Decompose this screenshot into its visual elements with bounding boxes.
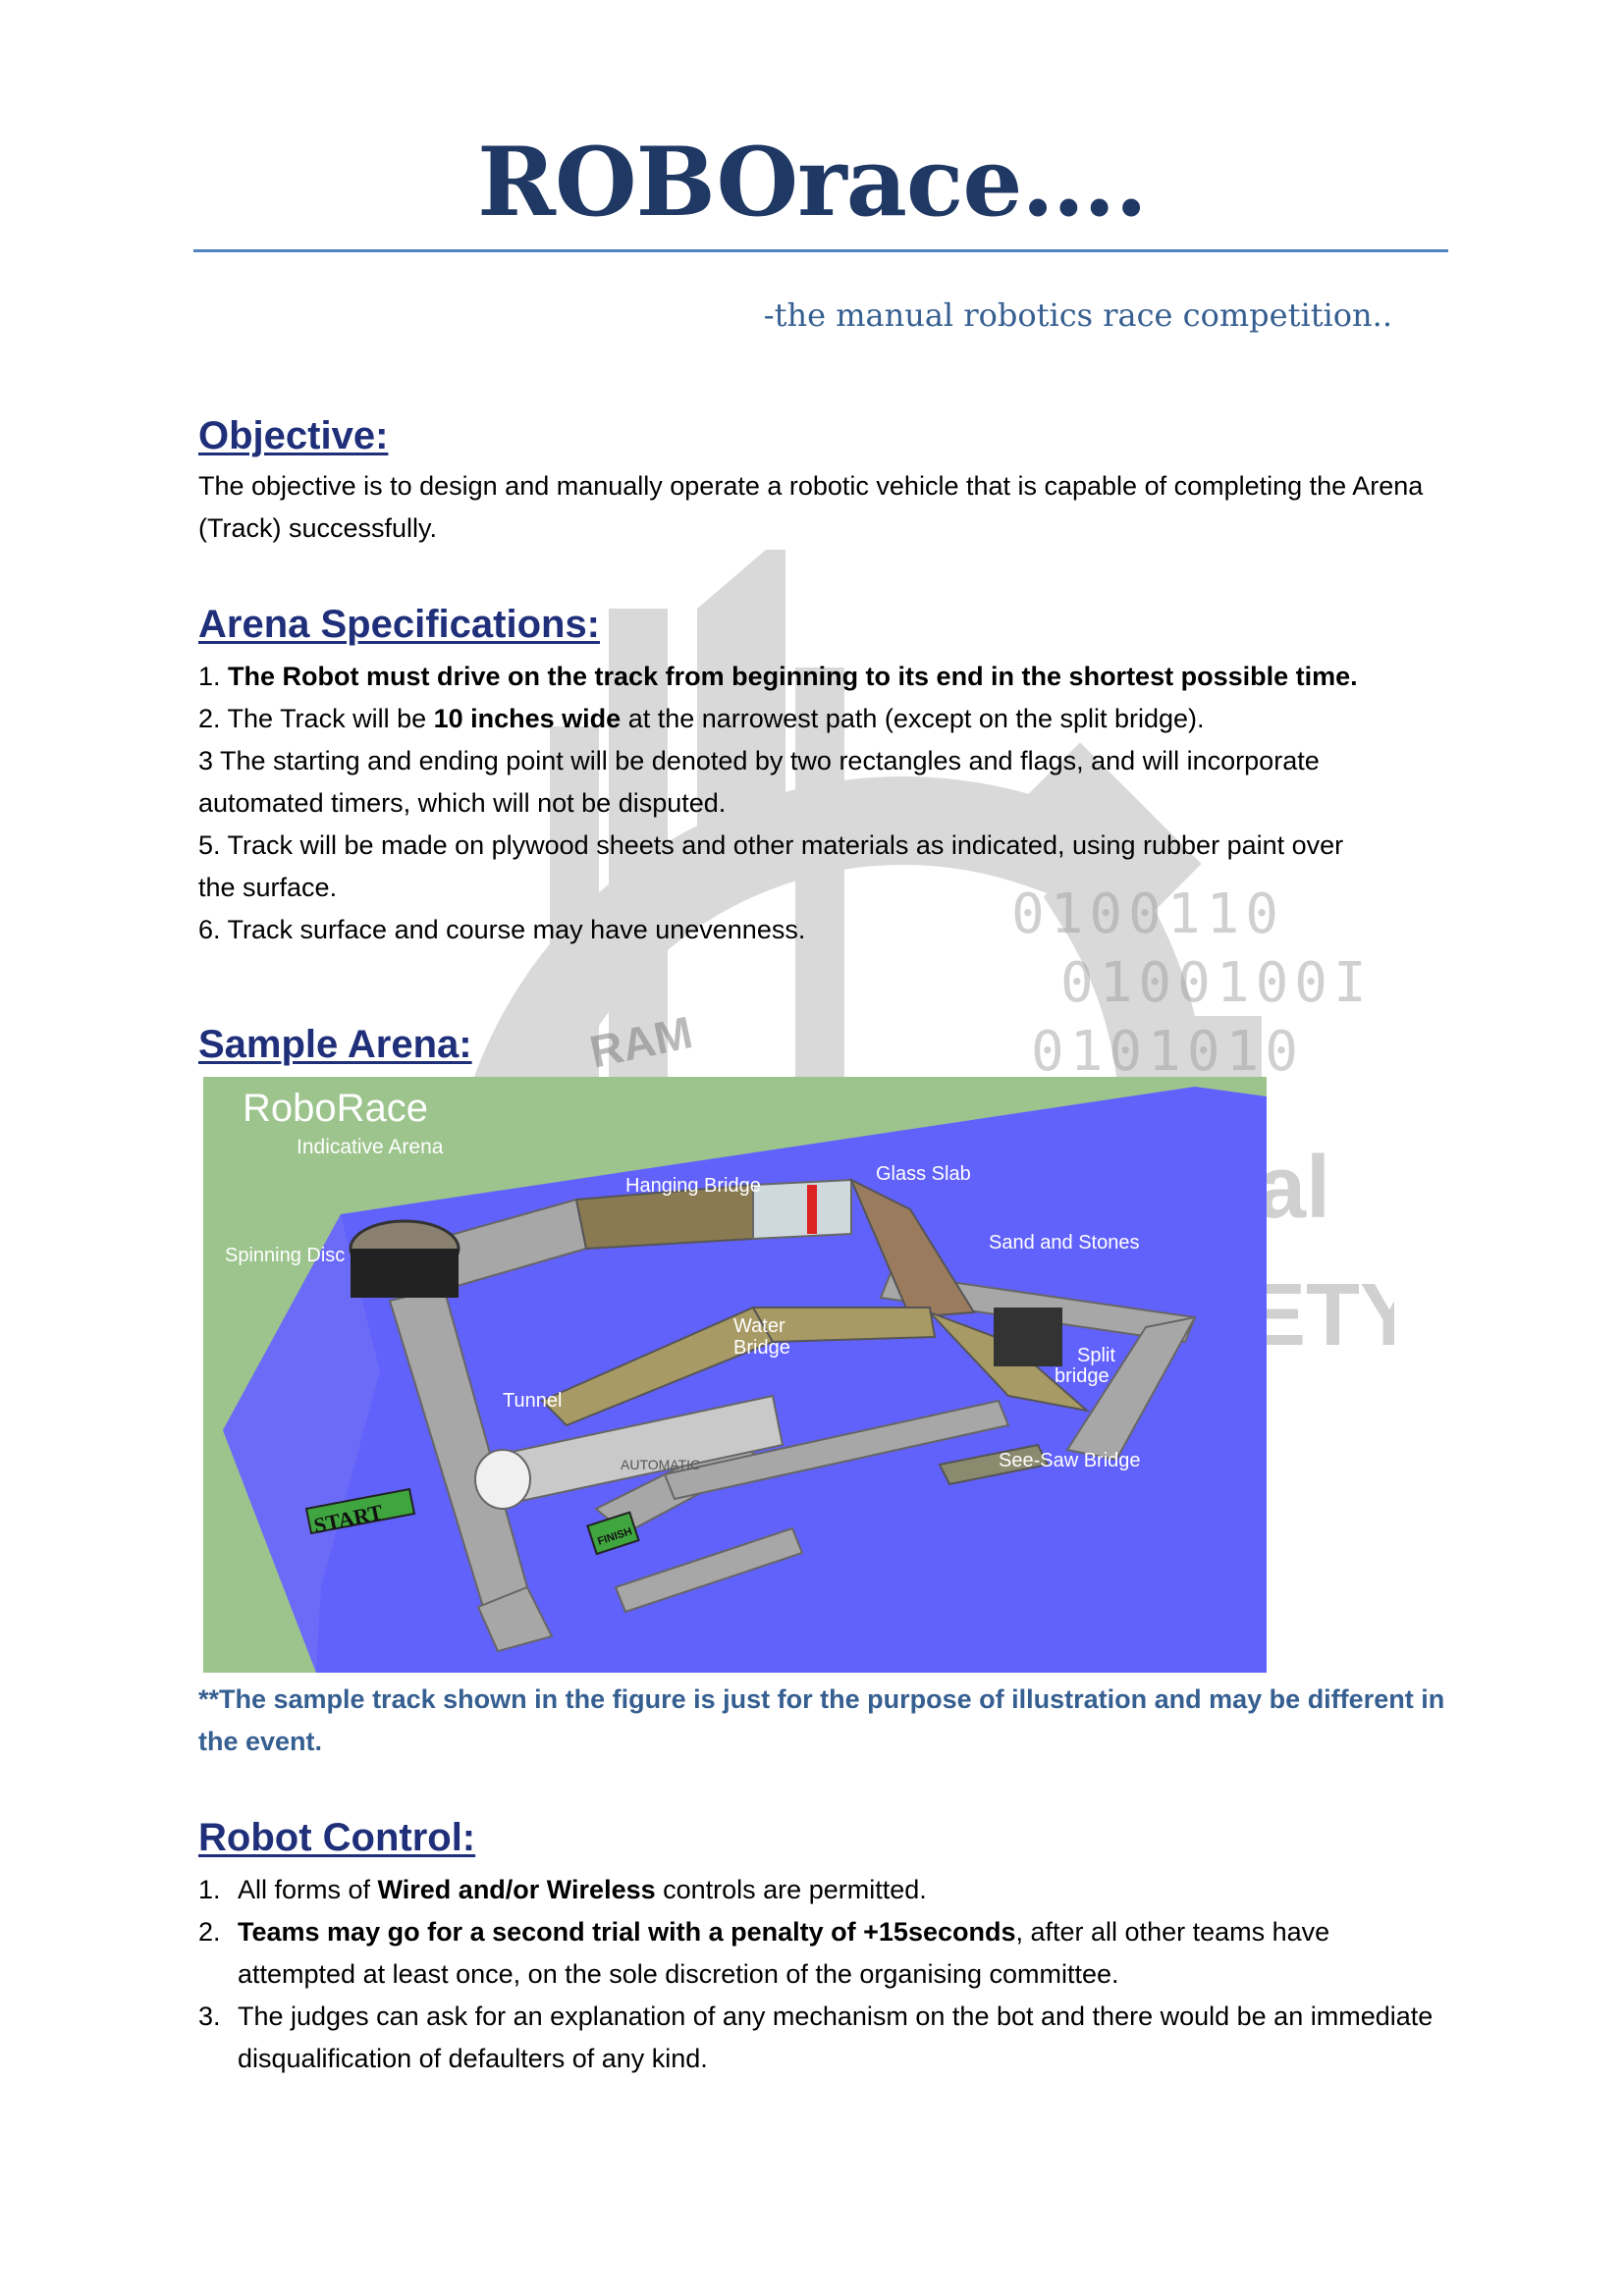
- control-item-3-text: The judges can ask for an explanation of…: [238, 2002, 1434, 2073]
- spec-item-2-rest: at the narrowest path (except on the spl…: [621, 704, 1205, 733]
- control-item-1-bold: Wired and/or Wireless: [377, 1875, 656, 1904]
- glass-slab: [752, 1178, 852, 1241]
- objective-text: The objective is to design and manually …: [198, 471, 1424, 543]
- spec-item-5-line-2: the surface.: [198, 873, 338, 902]
- robot-control-heading: Robot Control:: [198, 1816, 476, 1859]
- label-hanging-bridge: Hanging Bridge: [625, 1175, 761, 1197]
- spec-item-1-prefix: 1.: [198, 662, 229, 691]
- control-item-1-pre: All forms of: [238, 1875, 378, 1904]
- control-item-1-post: controls are permitted.: [655, 1875, 927, 1904]
- spec-item-5-line-1: 5. Track will be made on plywood sheets …: [198, 830, 1344, 860]
- label-glass-slab: Glass Slab: [876, 1163, 971, 1185]
- page-subtitle: -the manual robotics race competition..: [763, 296, 1392, 334]
- document-page: ROBOrace…. -the manual robotics race com…: [0, 0, 1624, 2296]
- arena-image-title: RoboRace: [243, 1087, 428, 1130]
- spec-item-2: 2. The Track will be 10 inches wide at t…: [198, 698, 1205, 740]
- label-sand-and-stones: Sand and Stones: [989, 1232, 1139, 1254]
- control-item-2-bold: Teams may go for a second trial with a p…: [238, 1917, 1016, 1947]
- sample-arena-heading: Sample Arena:: [198, 1023, 472, 1066]
- spec-item-1-bold: The Robot must drive on the track from b…: [228, 662, 1358, 691]
- title-divider: [193, 249, 1448, 252]
- spec-item-3-line-2: automated timers, which will not be disp…: [198, 788, 727, 818]
- label-water-bridge-1: Water: [733, 1315, 785, 1337]
- control-item-1-number: 1.: [198, 1875, 221, 1904]
- arena-image-subtitle: Indicative Arena: [297, 1136, 444, 1158]
- control-item-1-text: All forms of Wired and/or Wireless contr…: [238, 1869, 1445, 1911]
- spec-item-6: 6. Track surface and course may have une…: [198, 915, 806, 944]
- sample-arena-note: **The sample track shown in the figure i…: [198, 1684, 1445, 1756]
- spec-item-3-line-1: 3 The starting and ending point will be …: [198, 746, 1320, 775]
- label-water-bridge-2: Bridge: [733, 1337, 790, 1359]
- label-automatic: AUTOMATIC: [621, 1457, 700, 1472]
- sample-arena-image: RoboRace Indicative Arena Hanging Bridge…: [203, 1077, 1267, 1673]
- spec-item-2-prefix: 2. The Track will be: [198, 704, 434, 733]
- objective-heading: Objective:: [198, 414, 389, 457]
- label-split-bridge-1: Split: [1077, 1345, 1115, 1366]
- label-split-bridge-2: bridge: [1055, 1365, 1110, 1387]
- label-tunnel: Tunnel: [503, 1390, 562, 1412]
- spec-item-1: 1. The Robot must drive on the track fro…: [198, 656, 1358, 698]
- page-title: ROBOrace….: [477, 127, 1148, 238]
- label-spinning-disc: Spinning Disc: [225, 1245, 345, 1266]
- arena-specs-heading: Arena Specifications:: [198, 603, 601, 646]
- label-see-saw-bridge: See-Saw Bridge: [999, 1450, 1141, 1471]
- control-item-2-text: Teams may go for a second trial with a p…: [238, 1911, 1445, 1996]
- spec-item-2-bold: 10 inches wide: [433, 704, 622, 733]
- control-item-3-number: 3.: [198, 2002, 221, 2031]
- control-item-2-number: 2.: [198, 1917, 221, 1947]
